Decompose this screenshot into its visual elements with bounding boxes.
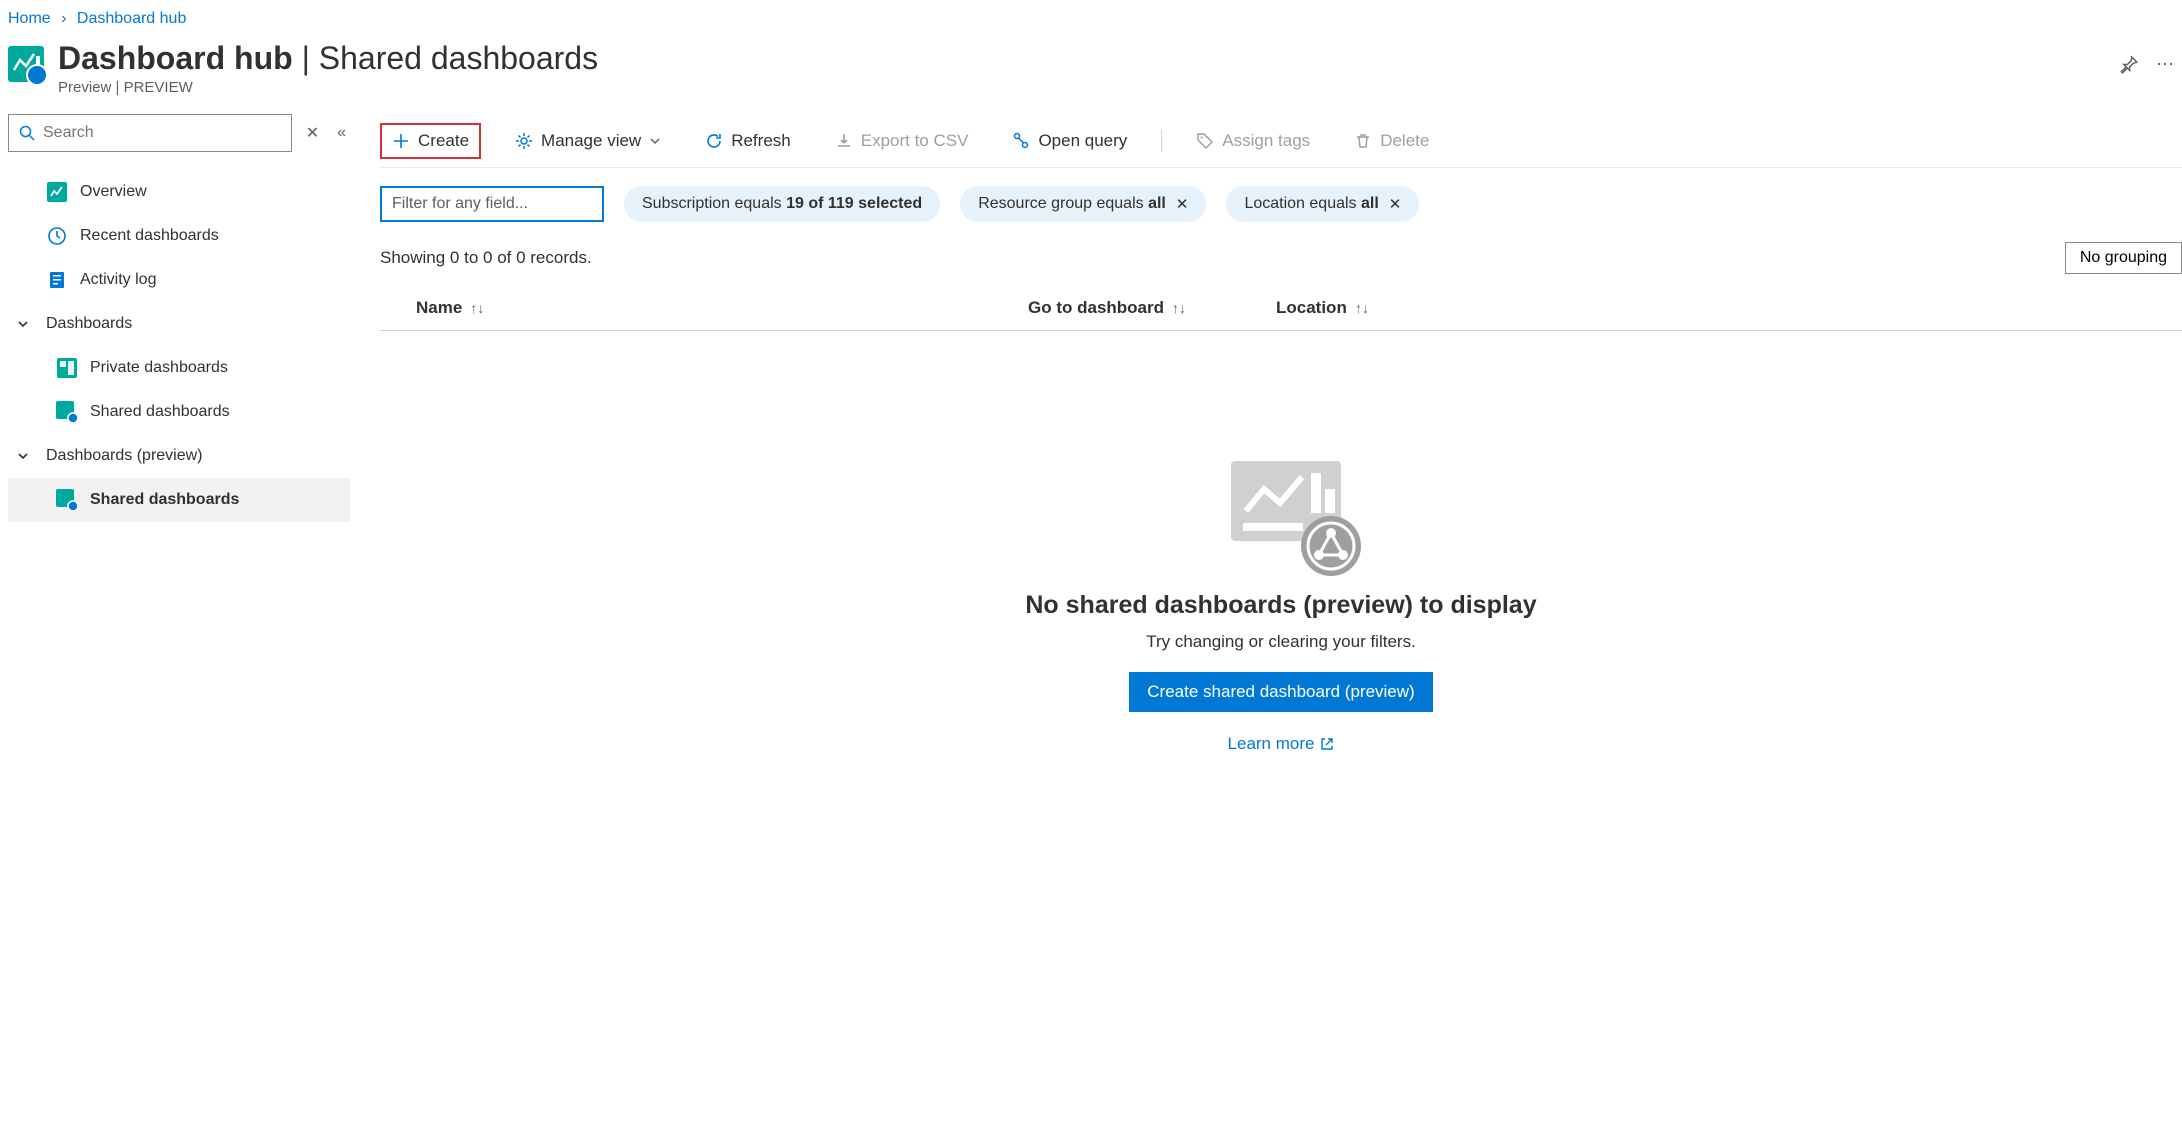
page-title-main: Dashboard hub: [58, 40, 293, 76]
sidebar-item-label: Private dashboards: [90, 359, 228, 377]
learn-more-link[interactable]: Learn more: [1228, 734, 1335, 754]
empty-state-title: No shared dashboards (preview) to displa…: [380, 591, 2182, 620]
sidebar-item-label: Shared dashboards: [90, 491, 239, 509]
filter-pill-subscription[interactable]: Subscription equals 19 of 119 selected: [624, 186, 940, 222]
empty-state-text: Try changing or clearing your filters.: [380, 632, 2182, 652]
tag-icon: [1196, 132, 1214, 150]
trash-icon: [1354, 132, 1372, 150]
breadcrumb-current[interactable]: Dashboard hub: [77, 10, 186, 27]
page-subtitle: Preview | PREVIEW: [58, 79, 2085, 96]
empty-state-icon: [1211, 451, 1351, 571]
sidebar-item-shared-dashboards[interactable]: Shared dashboards: [8, 390, 350, 434]
open-query-button[interactable]: Open query: [1002, 125, 1137, 157]
chevron-down-icon: [16, 317, 34, 331]
breadcrumb-home[interactable]: Home: [8, 10, 51, 27]
filter-row: Subscription equals 19 of 119 selected R…: [380, 186, 2182, 222]
toolbar-separator: [1161, 130, 1162, 152]
sidebar-item-label: Overview: [80, 183, 147, 201]
sidebar-item-activity-log[interactable]: Activity log: [8, 258, 350, 302]
create-button[interactable]: Create: [380, 123, 481, 159]
grouping-dropdown[interactable]: No grouping: [2065, 242, 2182, 274]
dashboard-icon: [56, 357, 78, 379]
column-header-location[interactable]: Location ↑↓: [1276, 298, 2182, 318]
status-row: Showing 0 to 0 of 0 records. No grouping: [380, 242, 2182, 274]
sort-icon: ↑↓: [1172, 300, 1186, 316]
page-title-sub: Shared dashboards: [319, 40, 598, 76]
delete-button: Delete: [1344, 125, 1439, 157]
main-content: Create Manage view Refresh Export to CSV…: [350, 114, 2182, 754]
sidebar-item-private-dashboards[interactable]: Private dashboards: [8, 346, 350, 390]
create-shared-dashboard-button[interactable]: Create shared dashboard (preview): [1129, 672, 1432, 712]
plus-icon: [392, 132, 410, 150]
page-title: Dashboard hub | Shared dashboards: [58, 40, 598, 76]
sort-icon: ↑↓: [1355, 300, 1369, 316]
sidebar-item-label: Activity log: [80, 271, 156, 289]
clear-search-icon[interactable]: ✕: [302, 119, 323, 147]
gear-icon: [515, 132, 533, 150]
sidebar-group-dashboards-preview[interactable]: Dashboards (preview): [8, 434, 350, 478]
clock-icon: [46, 225, 68, 247]
external-link-icon: [1320, 737, 1334, 751]
export-csv-button: Export to CSV: [825, 125, 979, 157]
sidebar-item-label: Shared dashboards: [90, 403, 230, 421]
breadcrumb-separator: ›: [61, 10, 66, 27]
sidebar-group-dashboards[interactable]: Dashboards: [8, 302, 350, 346]
sort-icon: ↑↓: [470, 300, 484, 316]
assign-tags-button: Assign tags: [1186, 125, 1320, 157]
table-header: Name ↑↓ Go to dashboard ↑↓ Location ↑↓: [380, 288, 2182, 331]
manage-view-button[interactable]: Manage view: [505, 125, 671, 157]
sidebar: ✕ « Overview Recent dashboards Activity …: [0, 114, 350, 754]
collapse-sidebar-icon[interactable]: «: [333, 120, 350, 146]
chevron-down-icon: [649, 135, 661, 147]
column-header-goto[interactable]: Go to dashboard ↑↓: [1028, 298, 1276, 318]
records-count: Showing 0 to 0 of 0 records.: [380, 248, 592, 268]
sidebar-item-label: Dashboards (preview): [46, 447, 203, 465]
dashboard-shared-icon: [56, 489, 78, 511]
page-header: Dashboard hub | Shared dashboards Previe…: [0, 34, 2182, 114]
filter-input[interactable]: [380, 186, 604, 222]
empty-state: No shared dashboards (preview) to displa…: [380, 451, 2182, 754]
more-icon[interactable]: ⋯: [2156, 54, 2174, 75]
sidebar-search[interactable]: [8, 114, 292, 152]
sidebar-item-label: Dashboards: [46, 315, 132, 333]
pin-icon[interactable]: [2119, 55, 2138, 74]
search-icon: [19, 125, 35, 141]
dashboard-shared-icon: [56, 401, 78, 423]
column-header-name[interactable]: Name ↑↓: [416, 298, 1028, 318]
sidebar-item-overview[interactable]: Overview: [8, 170, 350, 214]
sidebar-item-shared-dashboards-preview[interactable]: Shared dashboards: [8, 478, 350, 522]
download-icon: [835, 132, 853, 150]
sidebar-search-input[interactable]: [43, 124, 281, 142]
close-icon[interactable]: ✕: [1389, 195, 1402, 213]
dashboard-hub-icon: [8, 46, 44, 82]
sidebar-item-recent[interactable]: Recent dashboards: [8, 214, 350, 258]
sidebar-item-label: Recent dashboards: [80, 227, 219, 245]
close-icon[interactable]: ✕: [1176, 195, 1189, 213]
breadcrumb: Home › Dashboard hub: [0, 0, 2182, 34]
filter-pill-resource-group[interactable]: Resource group equals all ✕: [960, 186, 1206, 222]
chevron-down-icon: [16, 449, 34, 463]
chart-icon: [46, 181, 68, 203]
refresh-icon: [705, 132, 723, 150]
refresh-button[interactable]: Refresh: [695, 125, 801, 157]
page-title-sep: |: [293, 40, 319, 76]
log-icon: [46, 269, 68, 291]
toolbar: Create Manage view Refresh Export to CSV…: [380, 114, 2182, 168]
query-icon: [1012, 132, 1030, 150]
filter-pill-location[interactable]: Location equals all ✕: [1226, 186, 1419, 222]
